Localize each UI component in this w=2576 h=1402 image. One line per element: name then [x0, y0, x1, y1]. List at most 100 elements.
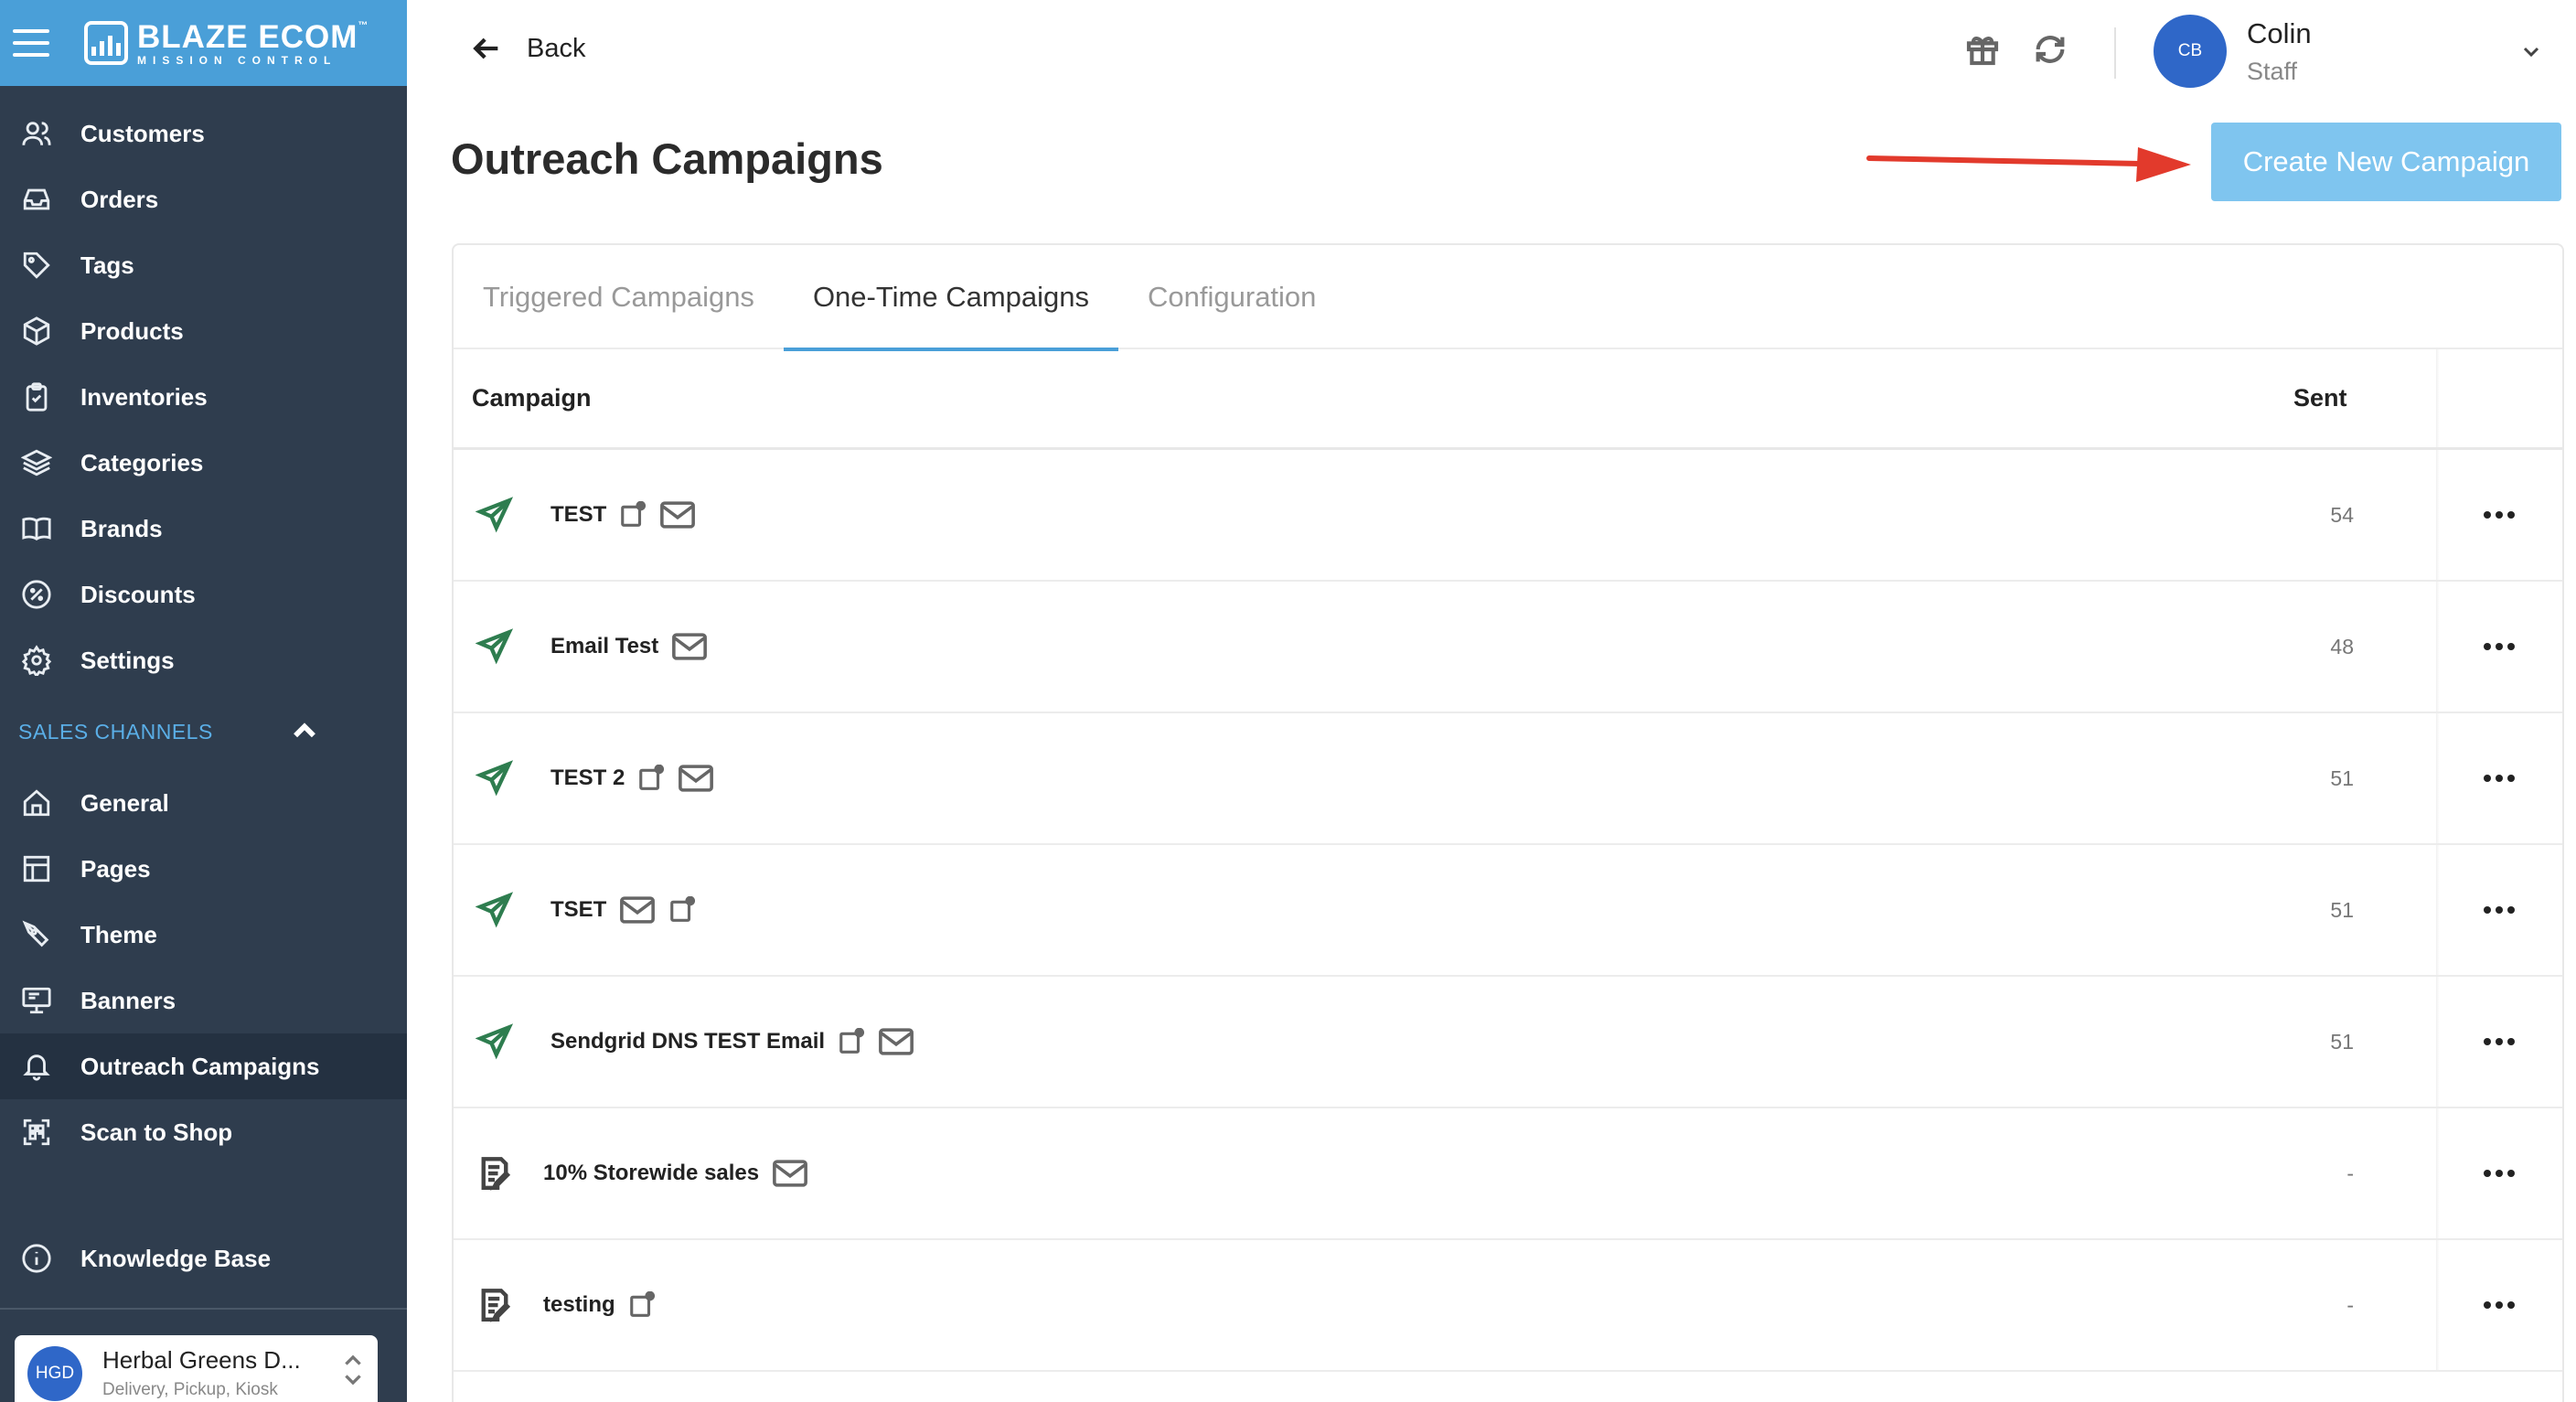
- sidebar-item-knowledge-base[interactable]: Knowledge Base: [0, 1225, 407, 1291]
- box-icon: [20, 315, 53, 348]
- sidebar-item-label: Discounts: [80, 580, 196, 608]
- sidebar-item-label: General: [80, 788, 169, 817]
- sidebar-header: BLAZE ECOM™ MISSION CONTROL: [0, 0, 407, 86]
- user-menu[interactable]: CB Colin Staff: [2154, 15, 2312, 88]
- send-icon: [475, 496, 514, 534]
- sidebar-item-products[interactable]: Products: [0, 298, 407, 364]
- user-name: Colin: [2247, 16, 2312, 49]
- menu-icon[interactable]: [13, 29, 49, 57]
- sidebar-item-label: Products: [80, 316, 184, 345]
- sidebar-item-label: Tags: [80, 251, 134, 279]
- tab-triggered-campaigns[interactable]: Triggered Campaigns: [483, 245, 784, 349]
- sales-channels-header[interactable]: SALES CHANNELS: [0, 693, 407, 770]
- table-row[interactable]: TEST 2 51: [454, 713, 2562, 845]
- sidebar-item-orders[interactable]: Orders: [0, 166, 407, 232]
- draft-icon: [476, 1154, 514, 1193]
- column-header-campaign[interactable]: Campaign: [472, 384, 592, 412]
- table-row[interactable]: TSET 51: [454, 845, 2562, 977]
- chevron-down-icon[interactable]: [2520, 40, 2542, 67]
- actions-column-divider: [2436, 845, 2440, 975]
- sidebar-item-categories[interactable]: Categories: [0, 430, 407, 496]
- table-row[interactable]: TEST 54: [454, 450, 2562, 582]
- sidebar-item-label: Settings: [80, 646, 175, 674]
- mail-icon: [620, 896, 656, 924]
- campaign-name[interactable]: TEST: [550, 502, 606, 528]
- actions-column-divider: [2436, 582, 2440, 712]
- actions-column-divider: [2436, 1240, 2440, 1370]
- more-options-icon[interactable]: [2484, 1038, 2515, 1045]
- store-types: Delivery, Pickup, Kiosk: [102, 1380, 278, 1399]
- more-options-icon[interactable]: [2484, 1301, 2515, 1309]
- sidebar-divider: [0, 1308, 407, 1310]
- sidebar-item-theme[interactable]: Theme: [0, 902, 407, 968]
- push-icon: [629, 1291, 655, 1317]
- back-button[interactable]: Back: [472, 33, 585, 64]
- sidebar-item-general[interactable]: General: [0, 770, 407, 836]
- sidebar-item-label: Brands: [80, 514, 163, 542]
- gear-icon: [20, 644, 53, 677]
- table-row[interactable]: Email Test 48: [454, 582, 2562, 713]
- table-row[interactable]: 10% Storewide sales -: [454, 1108, 2562, 1240]
- sidebar-item-brands[interactable]: Brands: [0, 496, 407, 562]
- layers-icon: [20, 446, 53, 479]
- users-icon: [20, 117, 53, 150]
- sent-count: -: [2346, 1161, 2354, 1185]
- table-row[interactable]: Sendgrid DNS TEST Email 51: [454, 977, 2562, 1108]
- sidebar-item-customers[interactable]: Customers: [0, 101, 407, 166]
- gift-icon[interactable]: [1964, 31, 2001, 68]
- more-options-icon[interactable]: [2484, 775, 2515, 782]
- sidebar-item-inventories[interactable]: Inventories: [0, 364, 407, 430]
- sidebar-item-label: Banners: [80, 986, 176, 1014]
- sidebar-item-banners[interactable]: Banners: [0, 968, 407, 1033]
- chevron-updown-icon: [341, 1352, 365, 1393]
- campaign-name[interactable]: testing: [543, 1292, 615, 1318]
- push-icon: [839, 1028, 865, 1054]
- sidebar-item-scan-to-shop[interactable]: Scan to Shop: [0, 1099, 407, 1165]
- column-header-sent[interactable]: Sent: [2293, 384, 2347, 412]
- campaign-name[interactable]: Email Test: [550, 634, 658, 659]
- brand-trademark: ™: [358, 19, 369, 31]
- push-icon: [639, 765, 665, 790]
- user-role: Staff: [2247, 57, 2298, 85]
- sales-channels-label: SALES CHANNELS: [18, 719, 213, 744]
- mail-icon: [879, 1028, 914, 1055]
- brand-title: BLAZE ECOM: [137, 18, 358, 55]
- campaign-name[interactable]: TSET: [550, 897, 606, 923]
- more-options-icon[interactable]: [2484, 511, 2515, 519]
- campaign-name[interactable]: Sendgrid DNS TEST Email: [550, 1029, 825, 1054]
- sent-count: 48: [2330, 634, 2354, 658]
- sent-count: 51: [2330, 1029, 2354, 1054]
- monitor-icon: [20, 984, 53, 1017]
- home-icon: [20, 787, 53, 819]
- send-icon: [475, 627, 514, 666]
- sidebar-item-label: Outreach Campaigns: [80, 1052, 320, 1080]
- tab-configuration[interactable]: Configuration: [1118, 245, 1345, 349]
- sidebar-item-label: Orders: [80, 185, 159, 213]
- store-switcher[interactable]: HGD Herbal Greens D... Delivery, Pickup,…: [15, 1335, 378, 1402]
- page-title: Outreach Campaigns: [451, 134, 883, 183]
- create-new-campaign-button[interactable]: Create New Campaign: [2211, 123, 2561, 201]
- sidebar-item-discounts[interactable]: Discounts: [0, 562, 407, 627]
- back-label: Back: [527, 33, 586, 63]
- campaign-name[interactable]: TEST 2: [550, 765, 625, 791]
- send-icon: [475, 891, 514, 929]
- campaign-name[interactable]: 10% Storewide sales: [543, 1161, 759, 1186]
- sidebar-item-settings[interactable]: Settings: [0, 627, 407, 693]
- more-options-icon[interactable]: [2484, 1170, 2515, 1177]
- more-options-icon[interactable]: [2484, 643, 2515, 650]
- store-avatar: HGD: [27, 1346, 82, 1401]
- sidebar-item-pages[interactable]: Pages: [0, 836, 407, 902]
- mail-icon: [773, 1160, 808, 1187]
- actions-column-divider: [2436, 450, 2440, 580]
- annotation-arrow-icon: [1866, 147, 2191, 182]
- more-options-icon[interactable]: [2484, 906, 2515, 914]
- tab-one-time-campaigns[interactable]: One-Time Campaigns: [783, 245, 1119, 351]
- table-row[interactable]: testing -: [454, 1240, 2562, 1372]
- avatar: CB: [2154, 15, 2227, 88]
- refresh-icon[interactable]: [2032, 31, 2068, 68]
- brand-logo[interactable]: BLAZE ECOM™ MISSION CONTROL: [84, 18, 369, 66]
- sidebar-item-outreach-campaigns[interactable]: Outreach Campaigns: [0, 1033, 407, 1099]
- sidebar-item-tags[interactable]: Tags: [0, 232, 407, 298]
- sidebar-item-label: Theme: [80, 920, 157, 948]
- mail-icon: [679, 765, 714, 792]
